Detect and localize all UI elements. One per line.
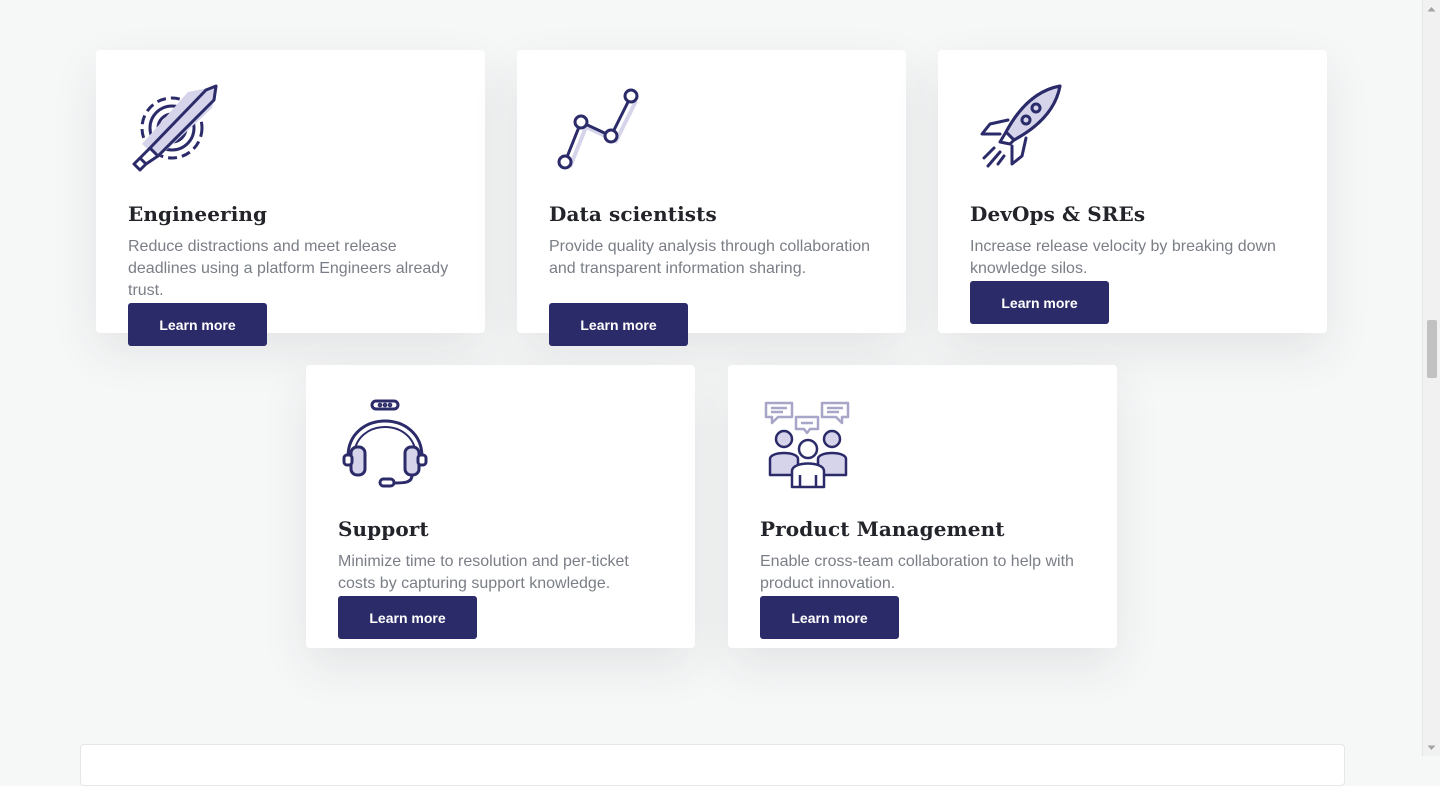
card-title: Support <box>338 517 429 541</box>
headset-icon <box>338 397 432 491</box>
learn-more-button[interactable]: Learn more <box>128 303 267 346</box>
learn-more-button[interactable]: Learn more <box>549 303 688 346</box>
card-title: Product Management <box>760 517 1005 541</box>
scrollbar-thumb[interactable] <box>1427 320 1437 378</box>
team-chat-icon <box>760 397 854 491</box>
learn-more-button[interactable]: Learn more <box>970 281 1109 324</box>
card-description: Provide quality analysis through collabo… <box>549 238 871 277</box>
card-title: DevOps & SREs <box>970 202 1146 226</box>
learn-more-button[interactable]: Learn more <box>760 596 899 639</box>
scroll-up-arrow-icon[interactable] <box>1423 0 1440 17</box>
scroll-down-arrow-icon[interactable] <box>1423 739 1440 756</box>
card-engineering: Engineering Reduce distractions and meet… <box>96 50 485 346</box>
line-graph-icon <box>549 82 643 176</box>
rocket-icon <box>970 82 1064 176</box>
card-title: Data scientists <box>549 202 717 226</box>
card-description: Minimize time to resolution and per-tick… <box>338 553 629 592</box>
card-description: Reduce distractions and meet release dea… <box>128 238 449 299</box>
card-title: Engineering <box>128 202 268 226</box>
card-product-management: Product Management Enable cross-team col… <box>728 365 1117 648</box>
vertical-scrollbar[interactable] <box>1422 0 1440 756</box>
card-devops: DevOps & SREs Increase release velocity … <box>938 50 1327 333</box>
card-support: Support Minimize time to resolution and … <box>306 365 695 648</box>
card-data-scientists: Data scientists Provide quality analysis… <box>517 50 906 346</box>
gear-pencil-icon <box>128 82 222 176</box>
learn-more-button[interactable]: Learn more <box>338 596 477 639</box>
next-section-panel <box>80 744 1345 786</box>
card-description: Enable cross-team collaboration to help … <box>760 553 1074 592</box>
card-description: Increase release velocity by breaking do… <box>970 238 1276 277</box>
